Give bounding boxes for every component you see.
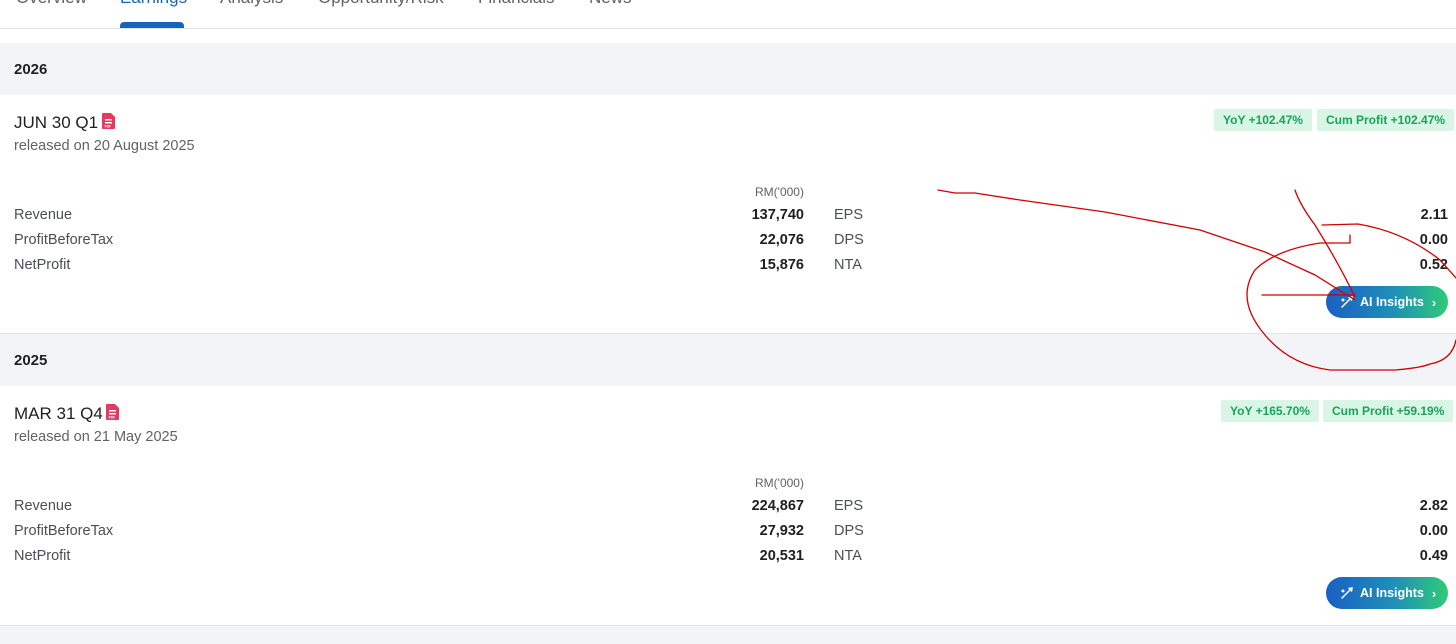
eps-value: 2.82 (1419, 498, 1448, 514)
nta-value: 0.49 (1419, 548, 1448, 564)
tab-overview[interactable]: Overview (16, 0, 87, 8)
yoy-badge: YoY +165.70% (1221, 400, 1319, 422)
tab-news[interactable]: News (589, 0, 632, 8)
pbt-value: 22,076 (759, 232, 804, 248)
tab-financials[interactable]: Financials (478, 0, 555, 8)
tab-earnings[interactable]: Earnings (120, 0, 187, 8)
cum-profit-badge: Cum Profit +102.47% (1317, 109, 1455, 131)
ai-insights-label: AI Insights (1360, 586, 1424, 600)
pbt-value: 27,932 (759, 523, 804, 539)
year-label: 2026 (14, 61, 48, 78)
dps-value: 0.00 (1419, 523, 1448, 539)
revenue-label: Revenue (14, 207, 73, 223)
ai-insights-label: AI Insights (1360, 295, 1424, 309)
tab-opportunity-risk[interactable]: Opportunity/Risk (318, 0, 444, 8)
earnings-card: MAR 31 Q4 PDF released on 21 May 2025 Yo… (0, 386, 1456, 624)
eps-label: EPS (834, 207, 864, 223)
year-header: 2025 (0, 334, 1456, 386)
release-date: released on 20 August 2025 (14, 138, 195, 154)
year-label: 2025 (14, 352, 48, 369)
eps-label: EPS (834, 498, 864, 514)
dps-label: DPS (834, 523, 864, 539)
tab-analysis[interactable]: Analysis (220, 0, 283, 8)
svg-text:PDF: PDF (109, 415, 115, 419)
dps-value: 0.00 (1419, 232, 1448, 248)
active-tab-indicator (120, 22, 184, 28)
earnings-card: JUN 30 Q1 PDF released on 20 August 2025… (0, 95, 1456, 333)
release-date: released on 21 May 2025 (14, 429, 178, 445)
revenue-value: 137,740 (751, 207, 804, 223)
unit-label: RM('000) (755, 476, 804, 490)
ai-insights-button[interactable]: AI Insights › (1326, 577, 1448, 609)
nta-value: 0.52 (1419, 257, 1448, 273)
unit-label: RM('000) (755, 185, 804, 199)
tab-bar: Overview Earnings Analysis Opportunity/R… (0, 0, 1456, 29)
eps-value: 2.11 (1420, 207, 1448, 223)
svg-text:PDF: PDF (105, 124, 111, 128)
pbt-label: ProfitBeforeTax (14, 232, 114, 248)
pdf-icon[interactable]: PDF (102, 113, 115, 129)
revenue-label: Revenue (14, 498, 73, 514)
chevron-right-icon: › (1431, 294, 1437, 310)
chevron-right-icon: › (1431, 585, 1437, 601)
year-header: 2026 (0, 43, 1456, 95)
yoy-badge: YoY +102.47% (1214, 109, 1312, 131)
sparkle-icon (1340, 587, 1353, 599)
quarter-title: JUN 30 Q1 (14, 113, 99, 132)
sparkle-icon (1340, 296, 1353, 308)
pbt-label: ProfitBeforeTax (14, 523, 114, 539)
cum-profit-badge: Cum Profit +59.19% (1323, 400, 1454, 422)
dps-label: DPS (834, 232, 864, 248)
revenue-value: 224,867 (751, 498, 804, 514)
nta-label: NTA (834, 548, 862, 564)
pdf-icon[interactable]: PDF (106, 404, 119, 420)
netprofit-value: 15,876 (759, 257, 804, 273)
netprofit-label: NetProfit (14, 548, 71, 564)
netprofit-label: NetProfit (14, 257, 71, 273)
ai-insights-button[interactable]: AI Insights › (1326, 286, 1448, 318)
quarter-title: MAR 31 Q4 (14, 404, 103, 423)
netprofit-value: 20,531 (759, 548, 804, 564)
nta-label: NTA (834, 257, 862, 273)
next-year-header (0, 626, 1456, 644)
